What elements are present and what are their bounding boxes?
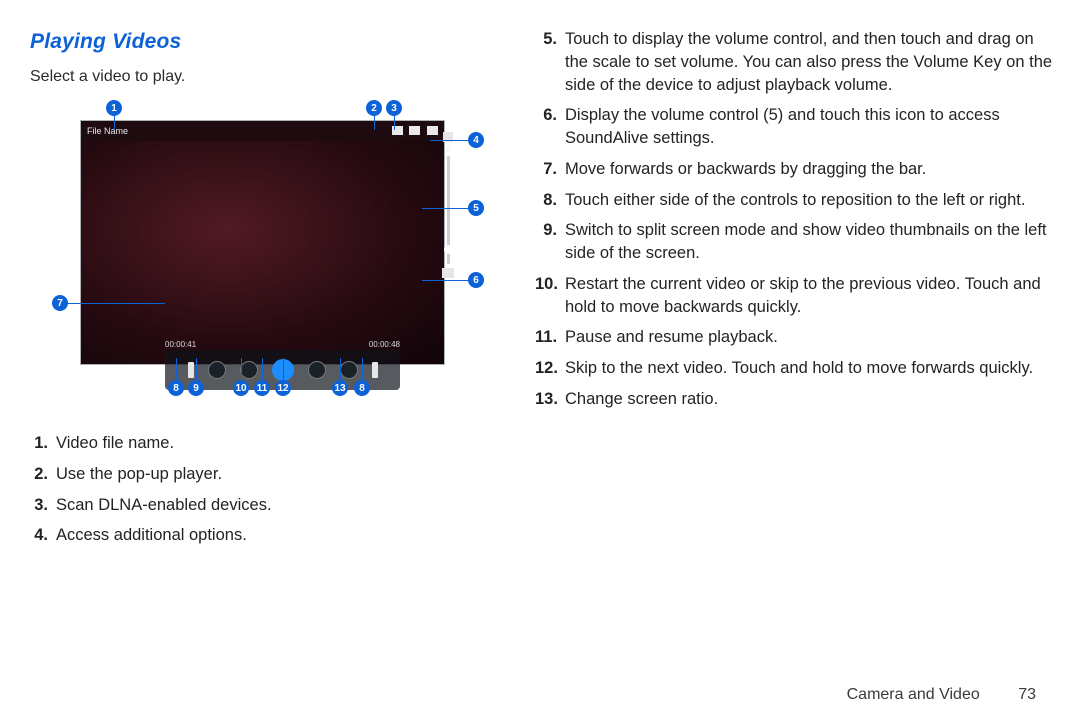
video-area[interactable] xyxy=(81,141,444,364)
time-current: 00:00:41 xyxy=(165,340,196,349)
list-item: 1.Video file name. xyxy=(30,432,505,455)
lead-6 xyxy=(422,280,468,281)
lead-2 xyxy=(374,116,375,130)
callout-2: 2 xyxy=(366,100,382,116)
list-number: 9. xyxy=(535,219,565,265)
list-item: 6.Display the volume control (5) and tou… xyxy=(535,104,1056,150)
lead-4 xyxy=(430,140,468,141)
list-number: 13. xyxy=(535,388,565,411)
page-footer: Camera and Video 73 xyxy=(847,686,1036,704)
list-item: 5.Touch to display the volume control, a… xyxy=(535,28,1056,96)
list-text: Switch to split screen mode and show vid… xyxy=(565,219,1056,265)
list-number: 4. xyxy=(30,524,56,547)
lead-9 xyxy=(196,358,197,380)
chapter-name: Camera and Video xyxy=(847,686,980,703)
callout-8b: 8 xyxy=(354,380,370,396)
list-item: 2.Use the pop-up player. xyxy=(30,463,505,486)
callout-5: 5 xyxy=(468,200,484,216)
list-item: 10.Restart the current video or skip to … xyxy=(535,273,1056,319)
callout-6: 6 xyxy=(468,272,484,288)
callout-13: 13 xyxy=(332,380,348,396)
intro-text: Select a video to play. xyxy=(30,68,505,86)
player-figure: File Name 2 00:00:41 xyxy=(70,100,500,410)
list-number: 3. xyxy=(30,494,56,517)
file-name-label: File Name xyxy=(87,126,128,136)
list-number: 7. xyxy=(535,158,565,181)
list-item: 8.Touch either side of the controls to r… xyxy=(535,189,1056,212)
list-item: 11.Pause and resume playback. xyxy=(535,326,1056,349)
callout-10: 10 xyxy=(233,380,249,396)
callout-4: 4 xyxy=(468,132,484,148)
lead-10 xyxy=(241,358,242,380)
lead-7 xyxy=(68,303,165,304)
list-item: 3.Scan DLNA-enabled devices. xyxy=(30,494,505,517)
list-text: Touch to display the volume control, and… xyxy=(565,28,1056,96)
list-text: Change screen ratio. xyxy=(565,388,718,411)
page-number: 73 xyxy=(1018,686,1036,703)
volume-track[interactable] xyxy=(447,156,450,264)
list-number: 1. xyxy=(30,432,56,455)
list-text: Pause and resume playback. xyxy=(565,326,778,349)
lead-8 xyxy=(176,358,177,380)
screen-ratio-button[interactable] xyxy=(340,361,358,379)
list-number: 5. xyxy=(535,28,565,96)
callout-9: 9 xyxy=(188,380,204,396)
volume-overlay[interactable]: 2 xyxy=(436,132,460,278)
soundalive-icon[interactable] xyxy=(442,268,454,278)
list-number: 8. xyxy=(535,189,565,212)
volume-value: 2 xyxy=(445,144,450,154)
list-text: Restart the current video or skip to the… xyxy=(565,273,1056,319)
split-screen-button[interactable] xyxy=(208,361,226,379)
lead-1 xyxy=(114,116,115,130)
lead-13 xyxy=(340,358,341,380)
list-text: Use the pop-up player. xyxy=(56,463,222,486)
right-list: 5.Touch to display the volume control, a… xyxy=(535,28,1056,411)
dlna-icon[interactable] xyxy=(409,126,420,135)
next-button[interactable] xyxy=(308,361,326,379)
list-text: Access additional options. xyxy=(56,524,247,547)
volume-thumb[interactable] xyxy=(444,245,453,254)
lead-11 xyxy=(262,358,263,380)
list-number: 12. xyxy=(535,357,565,380)
list-item: 7.Move forwards or backwards by dragging… xyxy=(535,158,1056,181)
time-total: 00:00:48 xyxy=(369,340,400,349)
callout-7: 7 xyxy=(52,295,68,311)
list-number: 10. xyxy=(535,273,565,319)
list-text: Skip to the next video. Touch and hold t… xyxy=(565,357,1033,380)
list-text: Display the volume control (5) and touch… xyxy=(565,104,1056,150)
list-number: 2. xyxy=(30,463,56,486)
list-number: 11. xyxy=(535,326,565,349)
lead-3 xyxy=(394,116,395,130)
list-text: Video file name. xyxy=(56,432,174,455)
list-text: Touch either side of the controls to rep… xyxy=(565,189,1025,212)
drag-handle-right[interactable] xyxy=(372,362,378,378)
list-item: 13.Change screen ratio. xyxy=(535,388,1056,411)
callout-12: 12 xyxy=(275,380,291,396)
callout-1: 1 xyxy=(106,100,122,116)
list-text: Move forwards or backwards by dragging t… xyxy=(565,158,926,181)
list-item: 9.Switch to split screen mode and show v… xyxy=(535,219,1056,265)
list-text: Scan DLNA-enabled devices. xyxy=(56,494,272,517)
callout-11: 11 xyxy=(254,380,270,396)
list-item: 4.Access additional options. xyxy=(30,524,505,547)
callout-8: 8 xyxy=(168,380,184,396)
lead-5 xyxy=(422,208,468,209)
list-item: 12.Skip to the next video. Touch and hol… xyxy=(535,357,1056,380)
section-heading: Playing Videos xyxy=(30,30,505,54)
lead-8b xyxy=(362,358,363,380)
drag-handle-left[interactable] xyxy=(188,362,194,378)
left-list: 1.Video file name.2.Use the pop-up playe… xyxy=(30,432,505,547)
list-number: 6. xyxy=(535,104,565,150)
prev-button[interactable] xyxy=(240,361,258,379)
callout-3: 3 xyxy=(386,100,402,116)
lead-12 xyxy=(283,358,284,380)
